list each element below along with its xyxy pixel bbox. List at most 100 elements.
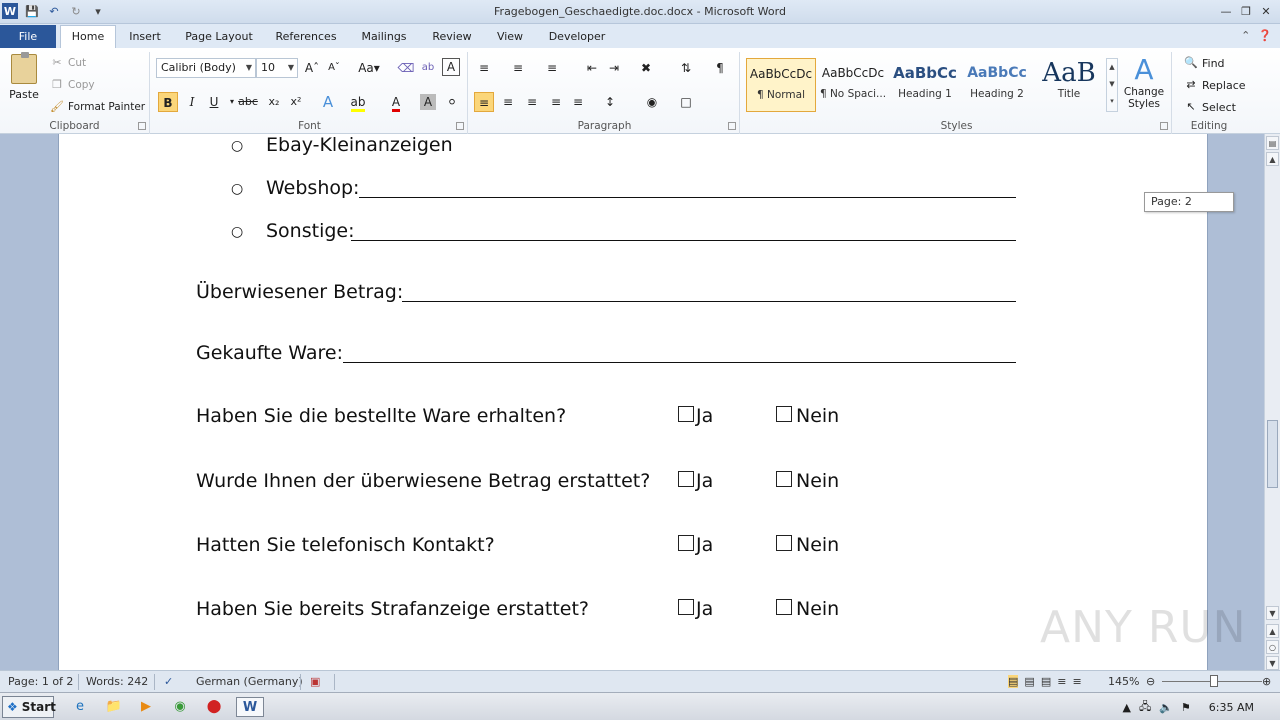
help-icon[interactable]: ❓: [1258, 29, 1272, 42]
checkbox-no[interactable]: [776, 471, 792, 487]
tab-developer[interactable]: Developer: [542, 26, 612, 48]
cut-button[interactable]: ✂ Cut: [50, 56, 86, 70]
increase-indent-icon[interactable]: ⇥: [604, 58, 624, 78]
checkbox-no[interactable]: [776, 535, 792, 551]
font-launcher-icon[interactable]: [456, 122, 464, 130]
next-page-icon[interactable]: ▼: [1266, 656, 1279, 670]
justify-button[interactable]: ≡: [546, 92, 566, 112]
folder-icon[interactable]: 📁: [104, 697, 124, 717]
tab-view[interactable]: View: [490, 26, 530, 48]
bold-button[interactable]: B: [158, 92, 178, 112]
tray-expand-icon[interactable]: ▲: [1122, 701, 1130, 714]
paste-button[interactable]: Paste: [6, 52, 42, 101]
style-normal[interactable]: AaBbCcDc ¶ Normal: [746, 58, 816, 112]
multilevel-list-icon[interactable]: ≡: [542, 58, 562, 78]
checkbox-yes[interactable]: [678, 406, 694, 422]
clipboard-launcher-icon[interactable]: [138, 122, 146, 130]
decrease-indent-icon[interactable]: ⇤: [582, 58, 602, 78]
sort-icon[interactable]: ⇅: [676, 58, 696, 78]
vertical-scrollbar[interactable]: ▤ ▲ ▼ ▲ ○ ▼: [1264, 134, 1280, 670]
tab-mailings[interactable]: Mailings: [354, 26, 414, 48]
phonetic-guide-icon[interactable]: ab: [418, 58, 438, 78]
scroll-thumb[interactable]: [1267, 420, 1278, 488]
macro-record-icon[interactable]: ▣: [310, 675, 320, 688]
tab-insert[interactable]: Insert: [122, 26, 168, 48]
word-taskbar-icon[interactable]: W: [236, 697, 264, 717]
zoom-in-icon[interactable]: ⊕: [1262, 675, 1271, 688]
zoom-level[interactable]: 145%: [1108, 675, 1139, 688]
character-border-icon[interactable]: A: [442, 58, 460, 76]
clock[interactable]: 6:35 AM: [1209, 701, 1254, 714]
copy-button[interactable]: ❐ Copy: [50, 78, 95, 92]
shrink-font-icon[interactable]: Aˇ: [324, 58, 344, 78]
font-size-dropdown[interactable]: 10 ▼: [256, 58, 298, 78]
checkbox-yes[interactable]: [678, 471, 694, 487]
scroll-up-icon[interactable]: ▲: [1266, 152, 1279, 166]
full-screen-reading-icon[interactable]: ▤: [1024, 675, 1034, 688]
tab-references[interactable]: References: [270, 26, 342, 48]
replace-button[interactable]: ⇄ Replace: [1184, 78, 1245, 92]
style-no-spacing[interactable]: AaBbCcDc ¶ No Spaci...: [818, 58, 888, 112]
enclose-characters-icon[interactable]: ⚪: [442, 92, 462, 112]
align-center-button[interactable]: ≡: [498, 92, 518, 112]
clear-formatting-icon[interactable]: ⌫: [396, 58, 416, 78]
tab-review[interactable]: Review: [426, 26, 478, 48]
action-center-icon[interactable]: ⚑: [1181, 701, 1191, 714]
checkbox-yes[interactable]: [678, 599, 694, 615]
draft-icon[interactable]: ≡: [1072, 675, 1081, 688]
find-button[interactable]: 🔍 Find: [1184, 56, 1224, 70]
select-browse-object-icon[interactable]: ○: [1266, 640, 1279, 654]
zoom-slider-thumb[interactable]: [1210, 675, 1218, 687]
distributed-button[interactable]: ≡: [568, 92, 588, 112]
subscript-button[interactable]: x₂: [264, 92, 284, 112]
highlight-color-icon[interactable]: ab: [348, 92, 368, 112]
checkbox-yes[interactable]: [678, 535, 694, 551]
checkbox-no[interactable]: [776, 599, 792, 615]
scroll-down-icon[interactable]: ▼: [1266, 606, 1279, 620]
styles-launcher-icon[interactable]: [1160, 122, 1168, 130]
paragraph-launcher-icon[interactable]: [728, 122, 736, 130]
language[interactable]: German (Germany): [196, 675, 303, 688]
restore-icon[interactable]: ❐: [1236, 2, 1256, 20]
style-heading-2[interactable]: AaBbCc Heading 2: [962, 58, 1032, 112]
print-layout-icon[interactable]: ▤: [1008, 675, 1019, 688]
tab-home[interactable]: Home: [60, 25, 116, 48]
styles-scroll[interactable]: ▲ ▼ ▾: [1106, 58, 1118, 112]
chrome-icon[interactable]: ◉: [170, 697, 190, 717]
collapse-ribbon-icon[interactable]: ⌃: [1241, 29, 1250, 42]
style-title[interactable]: AaB Title: [1034, 58, 1104, 112]
outline-icon[interactable]: ≡: [1057, 675, 1066, 688]
grow-font-icon[interactable]: Aˆ: [302, 58, 322, 78]
tab-file[interactable]: File: [0, 25, 56, 48]
checkbox-no[interactable]: [776, 406, 792, 422]
numbering-icon[interactable]: ≡: [508, 58, 528, 78]
ruler-toggle-icon[interactable]: ▤: [1266, 136, 1279, 150]
font-color-icon[interactable]: A: [386, 92, 406, 112]
italic-button[interactable]: I: [182, 92, 202, 112]
bullets-icon[interactable]: ≡: [474, 58, 494, 78]
internet-explorer-icon[interactable]: e: [70, 697, 90, 717]
proofing-icon[interactable]: ✓: [164, 675, 173, 688]
align-right-button[interactable]: ≡: [522, 92, 542, 112]
tab-page-layout[interactable]: Page Layout: [180, 26, 258, 48]
underline-button[interactable]: U: [204, 92, 224, 112]
text-effects-icon[interactable]: A: [318, 92, 338, 112]
document-area[interactable]: ○ Ebay-Kleinanzeigen ○ Webshop: ○ Sonsti…: [0, 134, 1264, 670]
page-count[interactable]: Page: 1 of 2: [8, 675, 73, 688]
show-formatting-icon[interactable]: ¶: [710, 58, 730, 78]
line-spacing-icon[interactable]: ↕: [600, 92, 620, 112]
zoom-out-icon[interactable]: ⊖: [1146, 675, 1155, 688]
media-player-icon[interactable]: ▶: [136, 697, 156, 717]
borders-icon[interactable]: □: [676, 92, 696, 112]
character-shading-icon[interactable]: A: [420, 94, 436, 110]
web-layout-icon[interactable]: ▤: [1041, 675, 1051, 688]
start-button[interactable]: ❖ Start: [2, 696, 56, 718]
format-painter-button[interactable]: 🖌 Format Painter: [50, 100, 145, 114]
minimize-icon[interactable]: —: [1216, 2, 1236, 20]
network-icon[interactable]: 🖧: [1139, 698, 1151, 717]
strikethrough-button[interactable]: abc: [238, 92, 258, 112]
word-count[interactable]: Words: 242: [86, 675, 148, 688]
opera-icon[interactable]: ⬤: [204, 697, 224, 717]
align-left-button[interactable]: ≡: [474, 92, 494, 112]
font-name-dropdown[interactable]: Calibri (Body) ▼: [156, 58, 256, 78]
